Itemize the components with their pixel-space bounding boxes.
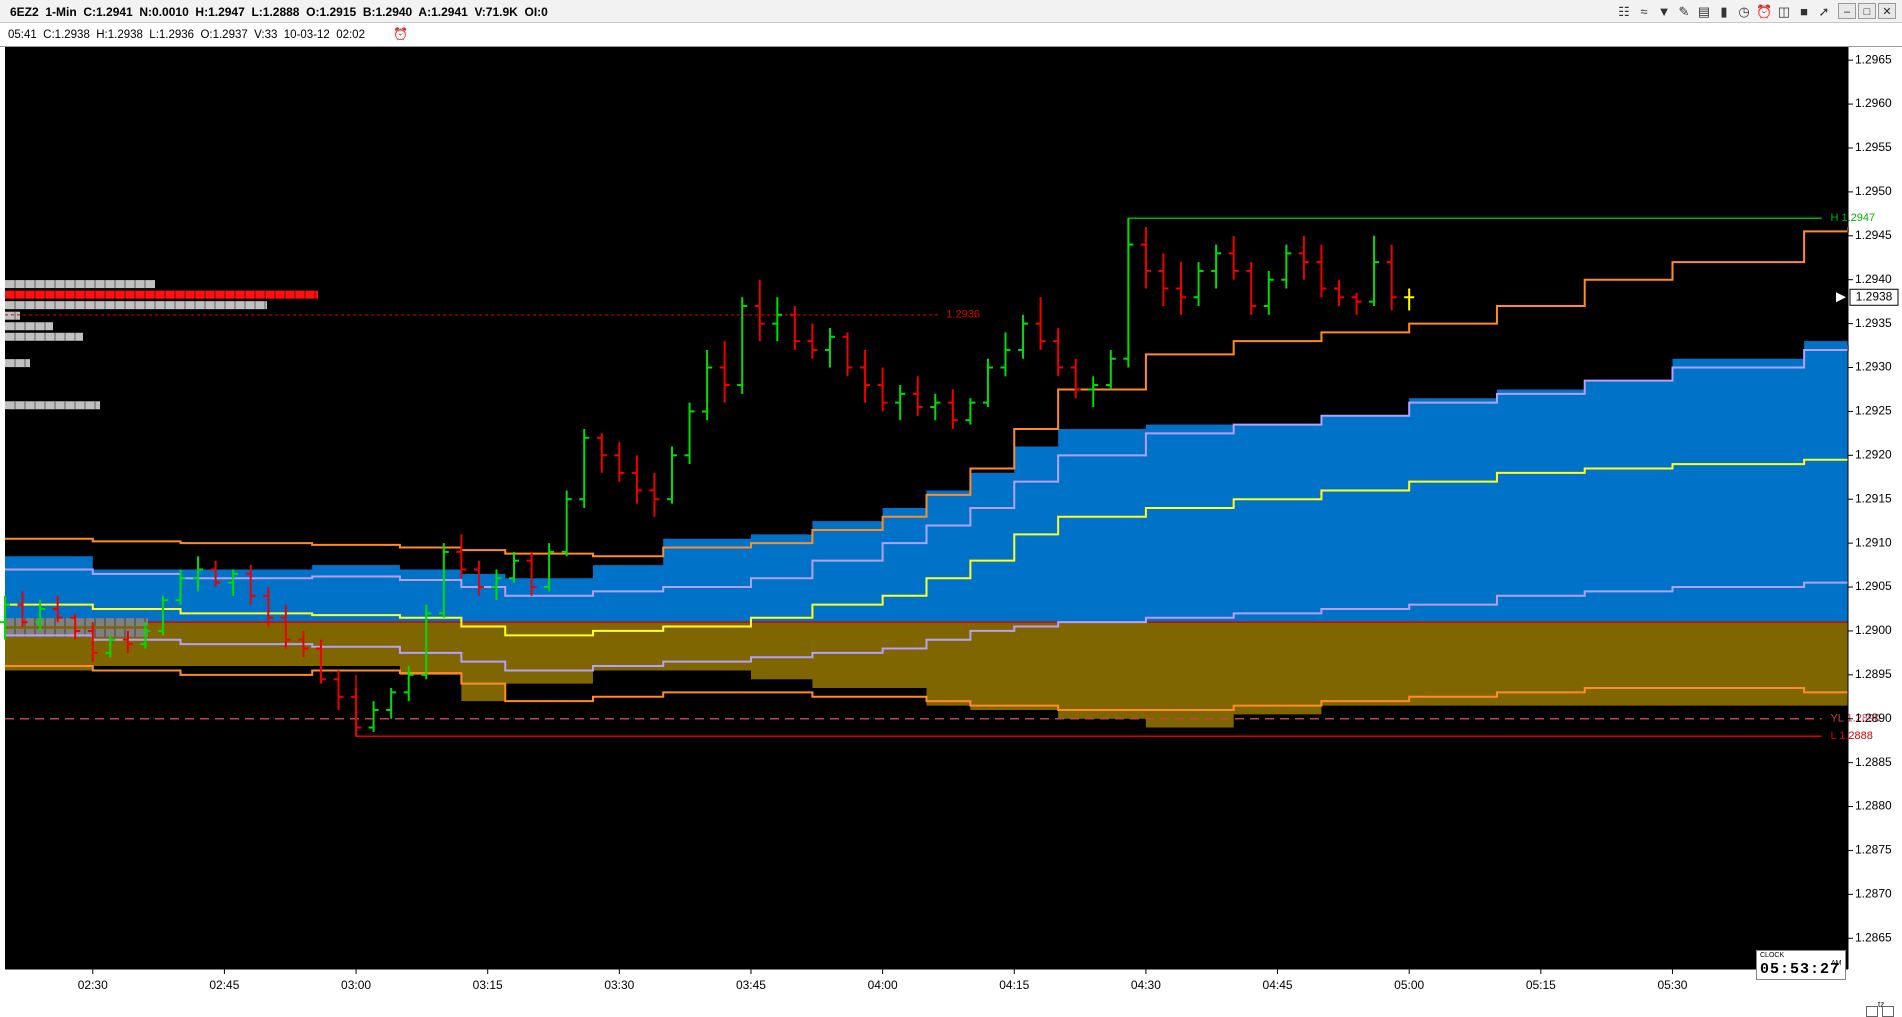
price-tick-label: 1.2880	[1855, 799, 1892, 813]
price-tick-label: 1.2865	[1855, 930, 1892, 944]
chart-svg: 1.2936H 1.2947YL 1.2890L 1.2888 1.29651.…	[0, 47, 1902, 1016]
time-tick-label: 04:30	[1131, 978, 1161, 992]
dom-bar	[5, 290, 318, 299]
time-axis-area	[0, 969, 1902, 1016]
close-icon[interactable]: ✕	[1878, 3, 1896, 19]
symbol-summary: 6EZ2 1-Min C:1.2941 N:0.0010 H:1.2947 L:…	[10, 5, 548, 19]
time-tick-label: 03:45	[736, 978, 766, 992]
candle-icon[interactable]: ▮	[1716, 4, 1732, 20]
price-tick-label: 1.2895	[1855, 667, 1892, 681]
time-tick-label: 05:00	[1394, 978, 1424, 992]
price-tick-label: 1.2920	[1855, 447, 1892, 461]
trash-icon[interactable]: ■	[1796, 4, 1812, 20]
price-tick-label: 1.2875	[1855, 843, 1892, 857]
alarm-clock-icon[interactable]: ⏰	[393, 27, 408, 41]
time-tick-label: 03:00	[341, 978, 371, 992]
toolbar: ☷ ≈ ▼ ✎ ▤ ▮ ◷ ⏰ ◫ ■ ➚	[1616, 3, 1832, 20]
price-tick-label: 1.2885	[1855, 755, 1892, 769]
price-axis: 1.2965 1.2960 1.2955 1.2950 1.2945 1.2940 1.29…	[1848, 52, 1892, 944]
bar-info-bar: 05:41 C:1.2938 H:1.2938 L:1.2936 O:1.293…	[0, 23, 1902, 47]
bar-chart-icon[interactable]: ▤	[1696, 4, 1712, 20]
price-tick-label: 1.2905	[1855, 579, 1892, 593]
pencil-icon[interactable]: ✎	[1676, 4, 1692, 20]
price-tick-label: 1.2940	[1855, 272, 1892, 286]
time-tick-label: 02:45	[209, 978, 239, 992]
clock-suffix: AM	[1831, 960, 1842, 967]
price-tick-label: 1.2900	[1855, 623, 1892, 637]
title-bar: 6EZ2 1-Min C:1.2941 N:0.0010 H:1.2947 L:…	[0, 0, 1902, 23]
high-label: H 1.2947	[1830, 212, 1875, 224]
price-tick-label: 1.2960	[1855, 96, 1892, 110]
price-tick-label: 1.2910	[1855, 535, 1892, 549]
columns-icon[interactable]: ◫	[1776, 4, 1792, 20]
waves-icon[interactable]: ≈	[1636, 4, 1652, 20]
bar-info-text: 05:41 C:1.2938 H:1.2938 L:1.2936 O:1.293…	[8, 29, 365, 41]
alarm-icon[interactable]: ⏰	[1756, 4, 1772, 20]
price-tick-label: 1.2950	[1855, 184, 1892, 198]
time-tick-label: 02:30	[78, 978, 108, 992]
low-label: L 1.2888	[1830, 730, 1872, 742]
time-tick-label: 04:15	[999, 978, 1029, 992]
funnel-icon[interactable]: ▼	[1656, 4, 1672, 20]
last-price-label: 1.2938	[1856, 289, 1893, 303]
layers-icon[interactable]: ☷	[1616, 4, 1632, 20]
clock-time: 05:53:27	[1760, 961, 1841, 978]
time-tick-label: 03:15	[473, 978, 503, 992]
layout-toggle-icon[interactable]	[1866, 1006, 1878, 1017]
clock-caption: CLOCK	[1760, 952, 1785, 959]
dom-bar	[5, 280, 155, 289]
dom-bar	[5, 301, 267, 310]
minimize-icon[interactable]: –	[1838, 3, 1856, 19]
dom-bar	[5, 332, 83, 341]
clock-widget: CLOCK 05:53:27 AM	[1756, 950, 1846, 980]
dom-bar	[5, 322, 53, 331]
pointer-icon[interactable]: ➚	[1816, 4, 1832, 20]
restore-icon[interactable]: □	[1858, 3, 1876, 19]
window-controls: – □ ✕	[1838, 3, 1896, 19]
price-chart[interactable]: 1.2936 H 1.2947 YL 1.2890 L 1.2888 1.2965 1.…	[0, 47, 1902, 1016]
price-tick-label: 1.2965	[1855, 52, 1892, 66]
price-tick-label: 1.2870	[1855, 887, 1892, 901]
price-line-label: 1.2936	[946, 309, 980, 321]
dom-bar	[5, 311, 20, 320]
time-tick-label: 05:15	[1526, 978, 1556, 992]
clock-icon[interactable]: ◷	[1736, 4, 1752, 20]
time-tick-label: 05:30	[1657, 978, 1687, 992]
price-tick-label: 1.2915	[1855, 491, 1892, 505]
price-tick-label: 1.2955	[1855, 140, 1892, 154]
time-tick-label: 03:30	[604, 978, 634, 992]
time-tick-label: 04:00	[868, 978, 898, 992]
price-tick-label: 1.2930	[1855, 360, 1892, 374]
price-tick-label: 1.2925	[1855, 404, 1892, 418]
price-tick-label: 1.2945	[1855, 228, 1892, 242]
dom-bar	[5, 401, 100, 410]
dom-bar	[5, 359, 30, 368]
layout-toggle-icon[interactable]	[1882, 1006, 1894, 1017]
price-tick-label: 1.2890	[1855, 711, 1892, 725]
time-tick-label: 04:45	[1263, 978, 1293, 992]
price-tick-label: 1.2935	[1855, 316, 1892, 330]
